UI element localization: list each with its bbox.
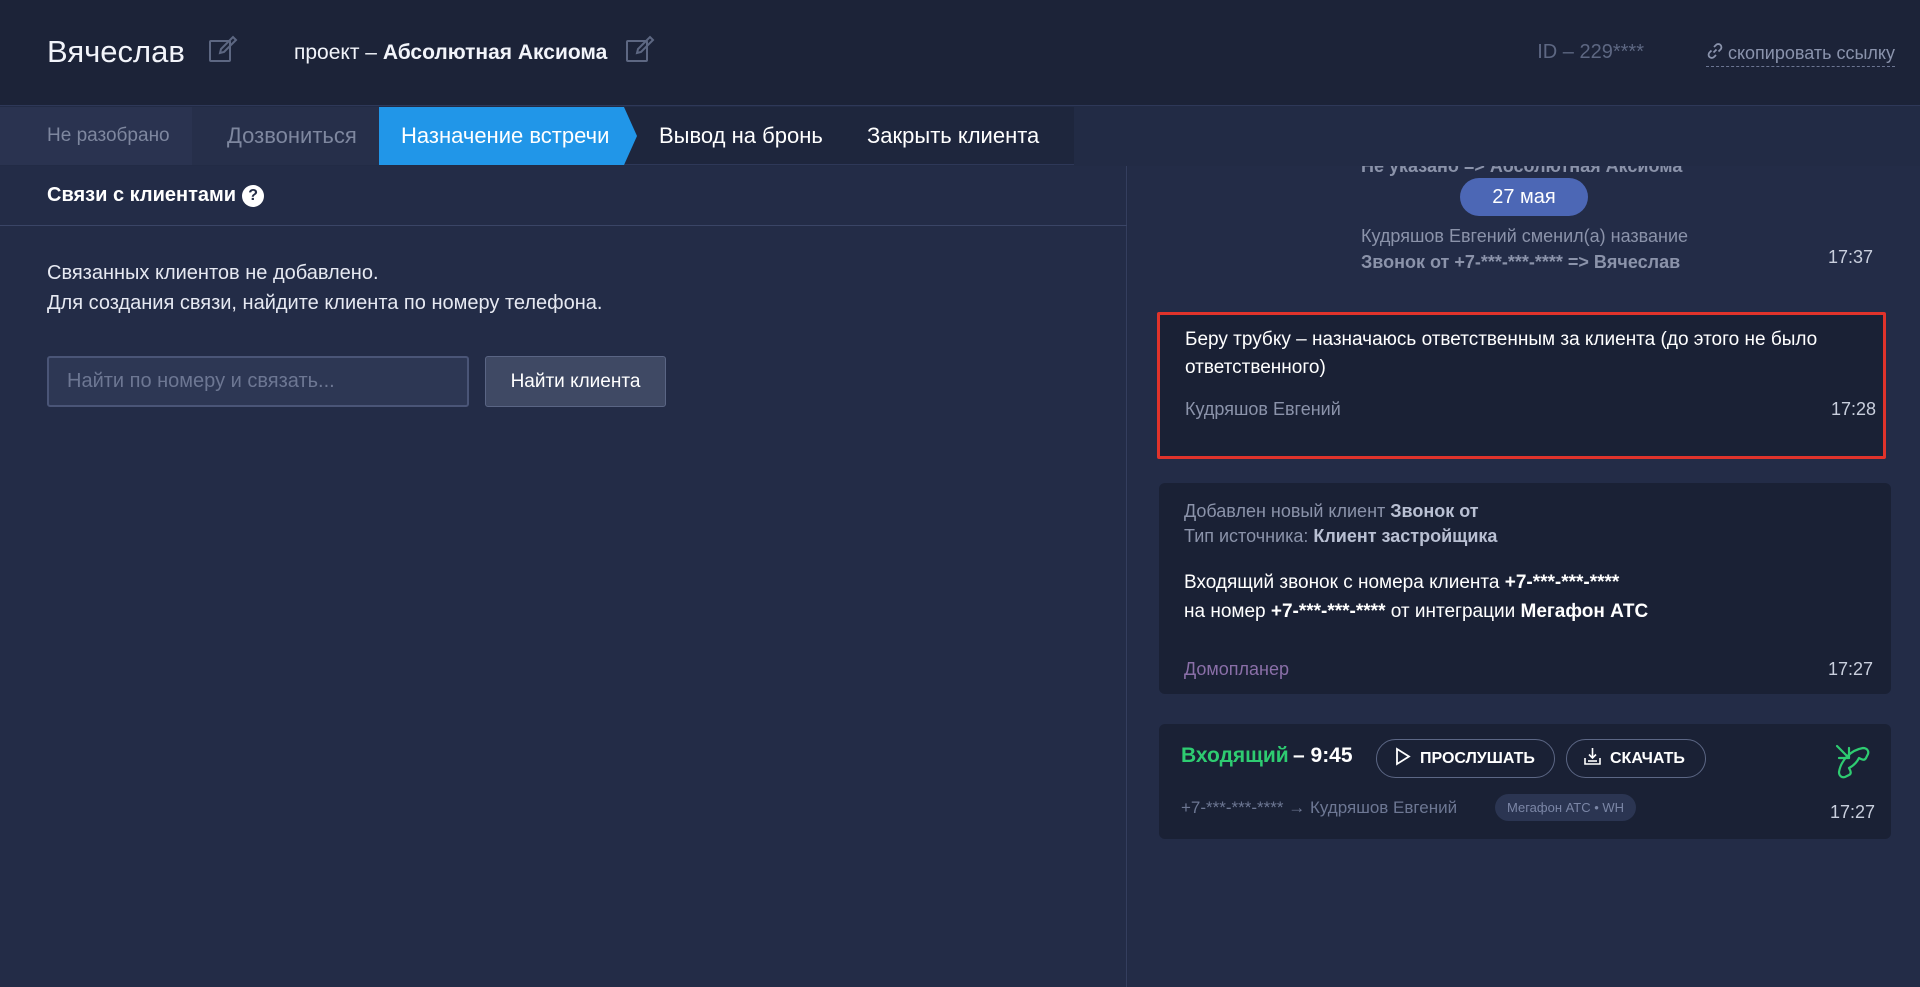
link-icon [1706,42,1724,65]
call-time: 17:27 [1830,802,1876,822]
to-number-label: на номер [1184,601,1271,622]
pipeline-stages: Не разобрано Дозвониться Назначение встр… [0,107,1074,165]
listen-button[interactable]: ПРОСЛУШАТЬ [1376,739,1555,778]
activity-feed[interactable]: Не указано => Абсолютная Аксиома 27 мая … [1128,166,1920,987]
section-title-text: Связи с клиентами [47,184,237,206]
call-event-card: Входящий – 9:45 ПРОСЛУШАТЬ СКАЧАТЬ +7-**… [1159,724,1891,839]
copy-link-label: скопировать ссылку [1727,43,1895,63]
download-icon [1583,747,1602,771]
project-label: проект – Абсолютная Аксиома [294,41,607,65]
section-title: Связи с клиентами ? [47,184,265,207]
incoming-call-line2: на номер +7-***-***-**** от интеграции М… [1184,598,1648,626]
edit-project-icon[interactable] [625,34,655,64]
assign-text-line1: Беру трубку – назначаюсь ответственным з… [1185,329,1818,350]
client-links-panel: Связи с клиентами ? Связанных клиентов н… [0,166,1127,987]
header: Вячеслав проект – Абсолютная Аксиома ID … [0,0,1920,106]
copy-link-button[interactable]: скопировать ссылку [1705,42,1895,67]
feed-cutoff-text: Не указано => Абсолютная Аксиома [1361,166,1683,176]
to-number: +7-***-***-**** [1270,601,1386,622]
source-type-line: Тип источника: Клиент застройщика [1184,526,1497,547]
incoming-call-line1: Входящий звонок с номера клиента +7-***-… [1184,569,1619,597]
play-icon [1393,746,1412,771]
assign-text-line2: ответственного) [1185,357,1326,378]
download-label: СКАЧАТЬ [1610,749,1685,767]
client-phone: +7-***-***-**** [1504,572,1620,593]
assign-author: Кудряшов Евгений [1185,399,1341,419]
search-phone-input[interactable] [47,356,469,407]
divider [0,225,1127,226]
rename-event-line1: Кудряшов Евгений сменил(а) название [1361,226,1689,246]
integration-label: от интеграции [1385,601,1521,622]
stage-close-client[interactable]: Закрыть клиента [852,107,1074,165]
source-type-value: Клиент застройщика [1313,526,1498,546]
added-client-line: Добавлен новый клиент Звонок от [1184,501,1479,522]
integration-tag: Мегафон АТС • WH [1495,794,1637,821]
incoming-call-icon [1833,742,1873,782]
empty-state-line2: Для создания связи, найдите клиента по н… [47,292,603,314]
stage-unsorted[interactable]: Не разобрано [0,107,192,165]
stage-booking[interactable]: Вывод на бронь [637,107,852,165]
find-client-button[interactable]: Найти клиента [485,356,666,407]
call-type: Входящий [1181,744,1289,767]
project-name[interactable]: Абсолютная Аксиома [383,41,608,64]
source-type-label: Тип источника: [1184,526,1314,546]
incoming-call-text: Входящий звонок с номера клиента [1184,572,1505,593]
added-client-label: Добавлен новый клиент [1184,501,1391,521]
integration-name: Мегафон АТС [1520,601,1649,622]
date-separator: 27 мая [1460,178,1588,216]
client-name: Вячеслав [47,34,185,69]
call-route: +7-***-***-**** → Кудряшов Евгений [1181,798,1458,817]
rename-event-time: 17:37 [1828,247,1874,267]
assign-event-card: Беру трубку – назначаюсь ответственным з… [1157,312,1886,459]
assign-time: 17:28 [1831,399,1877,419]
project-prefix: проект – [294,41,383,64]
download-button[interactable]: СКАЧАТЬ [1566,739,1706,778]
help-icon[interactable]: ? [242,184,265,207]
edit-name-icon[interactable] [208,34,238,64]
added-client-value: Звонок от [1390,501,1479,521]
new-client-time: 17:27 [1828,659,1874,679]
stage-call[interactable]: Дозвониться [192,107,379,165]
rename-event-line2: Звонок от +7-***-***-**** => Вячеслав [1361,252,1681,272]
call-duration: – 9:45 [1293,744,1353,767]
client-id: ID – 229**** [1537,41,1644,63]
new-client-event-card: Добавлен новый клиент Звонок от Тип исто… [1159,483,1891,694]
empty-state-line1: Связанных клиентов не добавлено. [47,262,379,284]
new-client-author: Домопланер [1184,659,1290,679]
listen-label: ПРОСЛУШАТЬ [1420,749,1535,767]
stage-meeting-active[interactable]: Назначение встречи [379,107,637,165]
